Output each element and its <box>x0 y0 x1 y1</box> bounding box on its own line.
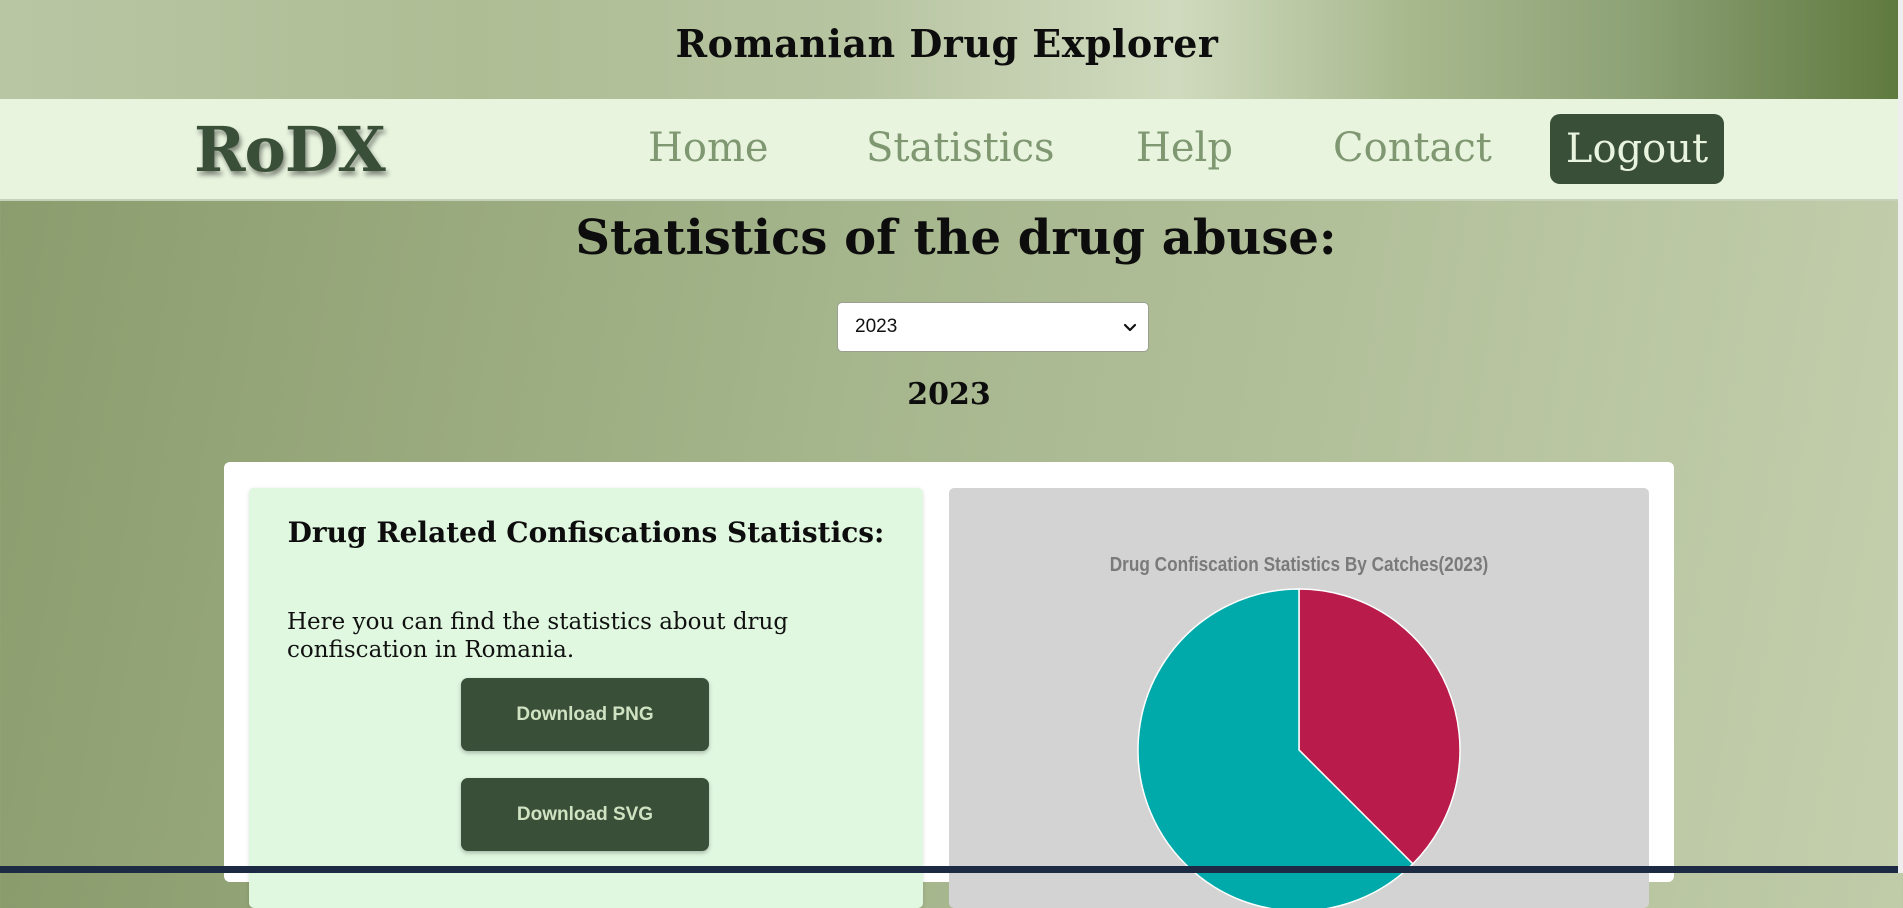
scrollbar-track[interactable] <box>1898 0 1903 873</box>
site-title: Romanian Drug Explorer <box>675 21 1219 66</box>
year-select-value: 2023 <box>855 316 898 337</box>
pie-chart <box>1137 588 1461 908</box>
logo[interactable]: RoDX <box>194 113 386 186</box>
chevron-down-icon <box>1123 323 1137 332</box>
info-panel: Drug Related Confiscations Statistics: H… <box>249 488 923 908</box>
bottom-bar <box>0 866 1898 873</box>
nav-contact-link[interactable]: Contact <box>1333 125 1492 171</box>
nav-home-link[interactable]: Home <box>648 125 769 171</box>
logout-button[interactable]: Logout <box>1550 114 1724 184</box>
page-title: Statistics of the drug abuse: <box>575 210 1337 266</box>
year-heading: 2023 <box>907 377 991 412</box>
navbar: RoDX Home Statistics Help Contact Logout <box>0 99 1898 201</box>
info-description: Here you can find the statistics about d… <box>287 609 789 663</box>
nav-statistics-link[interactable]: Statistics <box>866 125 1055 171</box>
download-png-button[interactable]: Download PNG <box>461 678 709 751</box>
chart-panel: Drug Confiscation Statistics By Catches(… <box>949 488 1649 908</box>
nav-help-link[interactable]: Help <box>1136 125 1233 171</box>
download-svg-button[interactable]: Download SVG <box>461 778 709 851</box>
statistics-card: Drug Related Confiscations Statistics: H… <box>224 462 1674 908</box>
top-banner: Romanian Drug Explorer <box>0 0 1898 99</box>
year-select[interactable]: 2023 <box>837 302 1149 352</box>
info-heading: Drug Related Confiscations Statistics: <box>287 516 885 549</box>
